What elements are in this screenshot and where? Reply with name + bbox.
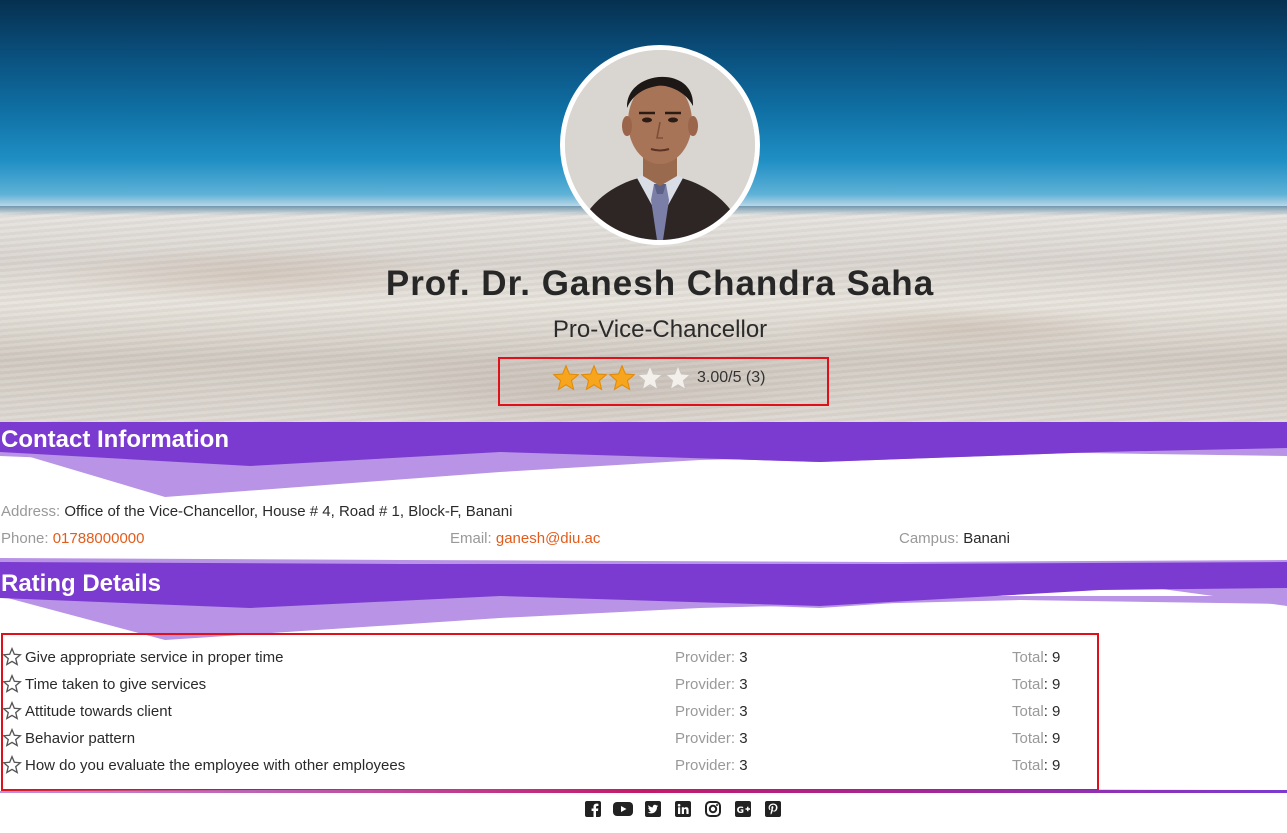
provider-count: Provider: 3	[675, 676, 748, 693]
total-value: : 9	[1043, 703, 1061, 720]
rating-criterion: Attitude towards client	[25, 703, 172, 720]
star-outline-icon	[2, 727, 22, 752]
total-score: Total: 9	[1012, 676, 1060, 693]
email-link[interactable]: ganesh@diu.ac	[496, 530, 600, 547]
total-label: Total	[1012, 757, 1044, 774]
rating-row: Behavior pattern Provider: 3 Total: 9	[0, 727, 1098, 757]
provider-label: Provider:	[675, 730, 736, 747]
total-score: Total: 9	[1012, 757, 1060, 774]
rating-section-title: Rating Details	[1, 570, 162, 597]
rating-criterion: Give appropriate service in proper time	[25, 649, 284, 666]
phone-label: Phone:	[1, 530, 49, 547]
total-value: : 9	[1043, 730, 1061, 747]
provider-label: Provider:	[675, 649, 736, 666]
linkedin-icon[interactable]	[668, 798, 698, 820]
google-plus-icon[interactable]: G	[728, 798, 758, 820]
rating-criterion: How do you evaluate the employee with ot…	[25, 757, 406, 774]
star-filled-icon[interactable]	[580, 363, 608, 393]
provider-label: Provider:	[675, 757, 736, 774]
twitter-icon[interactable]	[638, 798, 668, 820]
rating-criterion: Behavior pattern	[25, 730, 136, 747]
phone-row: Phone: 01788000000	[1, 530, 144, 547]
overall-rating-text: 3.00/5 (3)	[697, 369, 766, 386]
address-row: Address: Office of the Vice-Chancellor, …	[1, 503, 512, 520]
rating-criterion: Time taken to give services	[25, 676, 207, 693]
campus-row: Campus: Banani	[899, 530, 1010, 547]
star-outline-icon	[2, 673, 22, 698]
star-outline-icon	[2, 700, 22, 725]
provider-value: 3	[739, 730, 748, 747]
header-wave-graphic	[0, 558, 1287, 640]
profile-name: Prof. Dr. Ganesh Chandra Saha	[385, 264, 935, 303]
profile-hero: Prof. Dr. Ganesh Chandra Saha Pro-Vice-C…	[0, 0, 1287, 422]
instagram-icon[interactable]	[698, 798, 728, 820]
star-empty-icon[interactable]	[636, 363, 664, 393]
total-value: : 9	[1043, 676, 1061, 693]
campus-value: Banani	[963, 530, 1010, 547]
youtube-icon[interactable]	[608, 798, 638, 820]
star-empty-icon[interactable]	[664, 363, 692, 393]
social-links: G	[578, 798, 788, 820]
profile-avatar	[560, 45, 760, 245]
email-row: Email: ganesh@diu.ac	[450, 530, 600, 547]
phone-link[interactable]: 01788000000	[53, 530, 145, 547]
contact-section-header: Contact Information	[0, 422, 1287, 502]
campus-label: Campus:	[899, 530, 960, 547]
pinterest-icon[interactable]	[758, 798, 788, 820]
total-score: Total: 9	[1012, 730, 1060, 747]
provider-count: Provider: 3	[675, 649, 748, 666]
facebook-icon[interactable]	[578, 798, 608, 820]
total-label: Total	[1012, 676, 1044, 693]
rating-row: How do you evaluate the employee with ot…	[0, 754, 1098, 784]
svg-text:G: G	[737, 806, 744, 816]
total-label: Total	[1012, 649, 1044, 666]
total-label: Total	[1012, 703, 1044, 720]
total-label: Total	[1012, 730, 1044, 747]
rating-row: Give appropriate service in proper time P…	[0, 646, 1098, 676]
total-value: : 9	[1043, 757, 1061, 774]
provider-value: 3	[739, 703, 748, 720]
provider-value: 3	[739, 649, 748, 666]
provider-label: Provider:	[675, 703, 736, 720]
star-filled-icon[interactable]	[608, 363, 636, 393]
provider-label: Provider:	[675, 676, 736, 693]
star-filled-icon[interactable]	[552, 363, 580, 393]
overall-rating-stars[interactable]	[552, 363, 692, 393]
total-value: : 9	[1043, 649, 1061, 666]
star-outline-icon	[2, 754, 22, 779]
total-score: Total: 9	[1012, 649, 1060, 666]
email-label: Email:	[450, 530, 492, 547]
contact-section-title: Contact Information	[1, 426, 229, 453]
provider-count: Provider: 3	[675, 703, 748, 720]
address-label: Address:	[1, 503, 61, 520]
star-outline-icon	[2, 646, 22, 671]
provider-value: 3	[739, 757, 748, 774]
provider-count: Provider: 3	[675, 730, 748, 747]
section-divider	[0, 789, 1287, 793]
rating-row: Attitude towards client Provider: 3 Total:…	[0, 700, 1098, 730]
rating-row: Time taken to give services Provider: 3 To…	[0, 673, 1098, 703]
provider-count: Provider: 3	[675, 757, 748, 774]
provider-value: 3	[739, 676, 748, 693]
profile-designation: Pro-Vice-Chancellor	[552, 316, 768, 343]
rating-section-header: Rating Details	[0, 556, 1287, 640]
total-score: Total: 9	[1012, 703, 1060, 720]
address-value: Office of the Vice-Chancellor, House # 4…	[64, 503, 513, 520]
